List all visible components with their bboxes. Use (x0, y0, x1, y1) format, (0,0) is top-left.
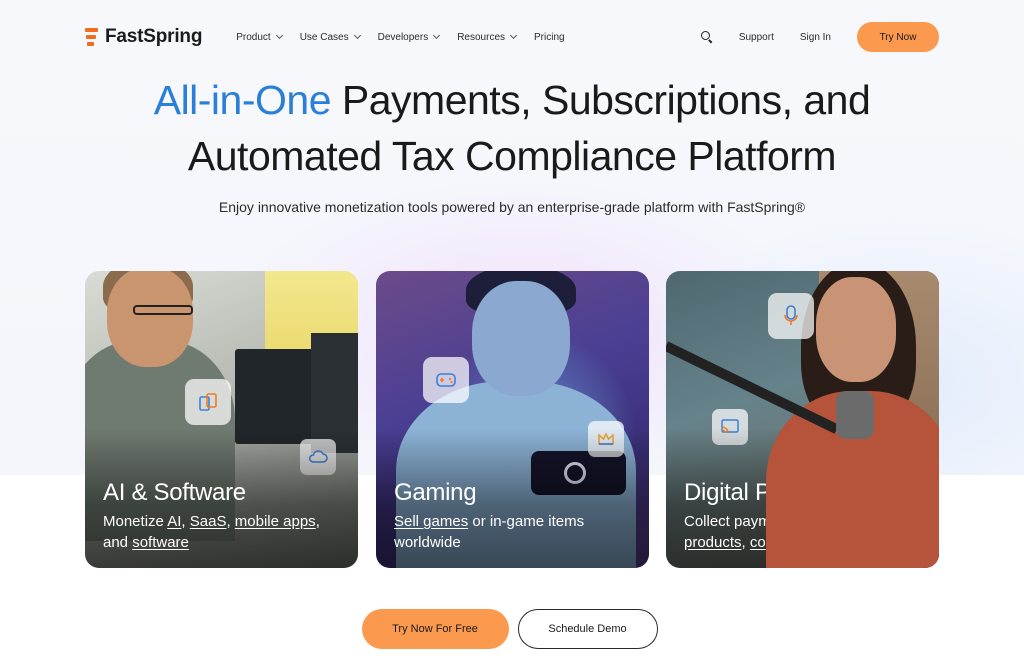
nav-actions: Support Sign In Try Now (700, 22, 939, 52)
fastspring-logo-icon (85, 27, 99, 47)
card-gaming[interactable]: Gaming Sell games or in-game items world… (376, 271, 649, 568)
card-title: AI & Software (103, 479, 246, 506)
schedule-demo-button[interactable]: Schedule Demo (517, 609, 658, 649)
try-now-button[interactable]: Try Now (857, 22, 939, 52)
sign-in-link[interactable]: Sign In (800, 32, 831, 43)
menu-item-pricing[interactable]: Pricing (534, 32, 565, 43)
card-description: Monetize AI, SaaS, mobile apps, and soft… (103, 511, 343, 553)
desc-text: , (181, 513, 190, 530)
card-digital-products[interactable]: Digital Products Collect payments for di… (666, 271, 939, 568)
menu-item-product[interactable]: Product (236, 31, 283, 43)
desc-text: Collect payments for (684, 513, 825, 530)
chevron-down-icon (353, 31, 361, 40)
card-title: Gaming (394, 479, 477, 506)
ai-link[interactable]: AI (167, 513, 181, 530)
main-menu: Product Use Cases Developers Resources P… (236, 32, 564, 43)
logo[interactable]: FastSpring (85, 26, 202, 48)
saas-link[interactable]: SaaS (190, 513, 227, 530)
try-now-for-free-button[interactable]: Try Now For Free (361, 609, 509, 649)
card-description: Sell games or in-game items worldwide (394, 511, 634, 553)
menu-item-label: Resources (457, 31, 506, 43)
desc-text: and more (802, 534, 870, 551)
chevron-down-icon (509, 31, 518, 40)
software-link[interactable]: software (132, 534, 189, 551)
sell-games-link[interactable]: Sell games (394, 513, 468, 530)
microphone-icon (768, 293, 814, 339)
desc-text: , (741, 534, 750, 551)
chevron-down-icon (433, 31, 441, 40)
menu-item-label: Product (236, 31, 271, 43)
headline-line1: Payments, Subscriptions, and (331, 77, 871, 123)
card-description: Collect payments for digital products, c… (684, 511, 924, 553)
top-navigation: FastSpring Product Use Cases Developers … (0, 0, 1024, 74)
support-link[interactable]: Support (739, 32, 774, 43)
search-icon[interactable] (700, 31, 713, 43)
menu-item-developers[interactable]: Developers (377, 31, 441, 43)
menu-item-label: Use Cases (299, 31, 349, 43)
headline-accent: All-in-One (153, 77, 332, 123)
logo-text: FastSpring (105, 26, 203, 47)
devices-icon (185, 379, 231, 425)
hero-headline: All-in-One Payments, Subscriptions, and … (0, 72, 1024, 184)
gamepad-icon (423, 357, 469, 403)
desc-text: , (226, 513, 235, 530)
card-title: Digital Products (684, 479, 848, 506)
chevron-down-icon (275, 31, 283, 40)
hero-subhead: Enjoy innovative monetization tools powe… (218, 199, 806, 215)
menu-item-resources[interactable]: Resources (457, 31, 518, 43)
headline-line2: Automated Tax Compliance Platform (187, 133, 837, 179)
card-ai-software[interactable]: AI & Software Monetize AI, SaaS, mobile … (85, 271, 358, 568)
desc-text: Monetize (103, 513, 168, 530)
menu-item-label: Pricing (534, 31, 565, 43)
cta-row: Try Now For Free Schedule Demo (0, 609, 1024, 649)
courses-link[interactable]: courses (750, 534, 803, 551)
menu-item-use-cases[interactable]: Use Cases (299, 31, 361, 43)
mobile-apps-link[interactable]: mobile apps (235, 513, 316, 530)
menu-item-label: Developers (377, 31, 429, 43)
